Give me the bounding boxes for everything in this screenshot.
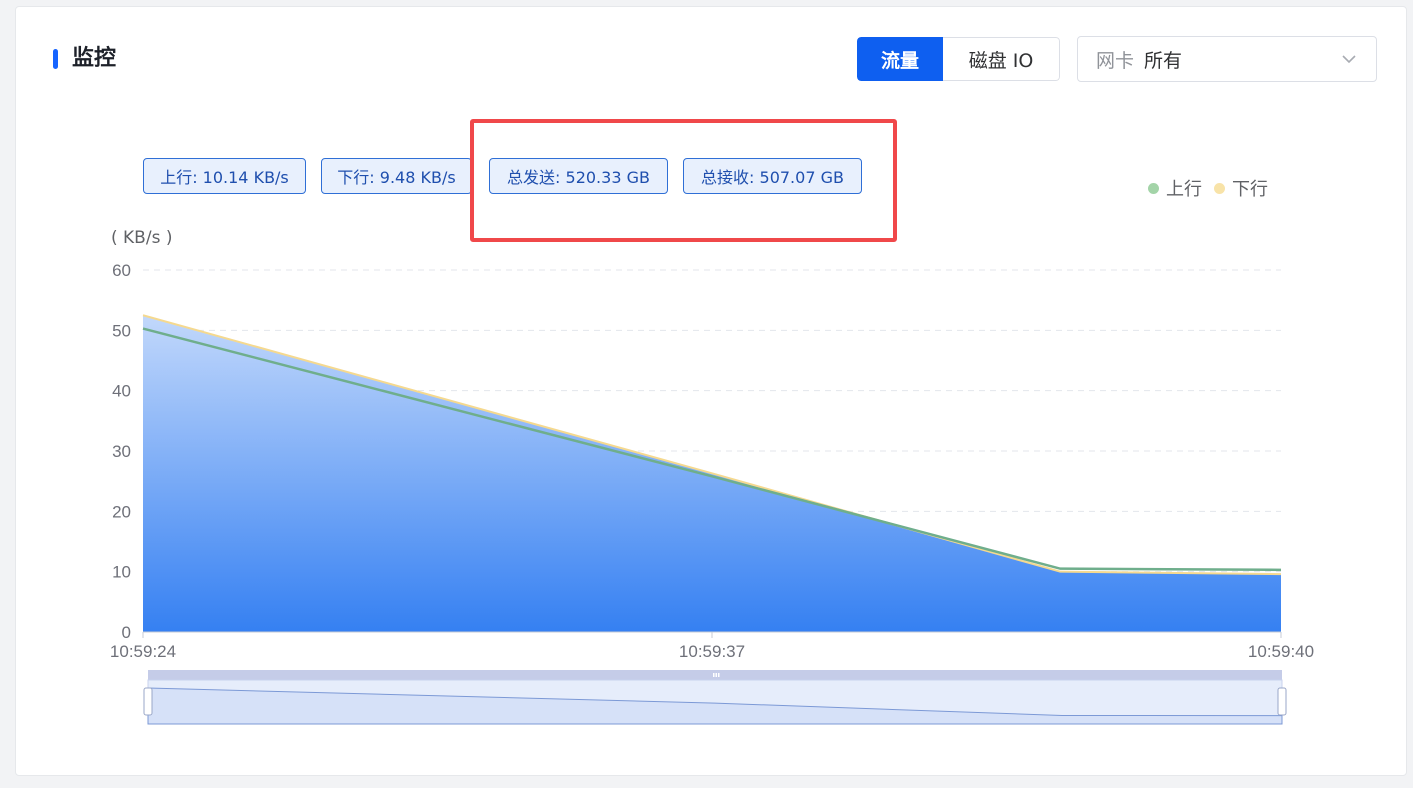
- series-layer: [142, 314, 1282, 632]
- zoom-grip-1: [713, 673, 715, 677]
- x-tick-label: 10:59:40: [1248, 642, 1314, 661]
- y-tick-label: 30: [112, 442, 131, 461]
- x-tick-label: 10:59:37: [679, 642, 745, 661]
- y-tick-label: 20: [112, 502, 131, 521]
- data-zoom-slider[interactable]: [143, 670, 1287, 725]
- x-tick-label: 10:59:24: [110, 642, 176, 661]
- y-tick-label: 50: [112, 321, 131, 340]
- y-tick-label: 0: [122, 623, 131, 642]
- zoom-grip-2: [715, 673, 717, 677]
- y-tick-label: 40: [112, 382, 131, 401]
- zoom-grip-3: [718, 673, 720, 677]
- zoom-right-handle[interactable]: [1277, 687, 1287, 716]
- traffic-chart: 0 10 20 30 40 50 60 10:59:24 10:59:37 10:59:40: [110, 261, 1314, 725]
- y-tick-label: 60: [112, 261, 131, 280]
- zoom-left-handle[interactable]: [143, 687, 153, 716]
- zoom-handle-bar[interactable]: [148, 670, 1282, 680]
- y-axis-ticks: 0 10 20 30 40 50 60: [112, 261, 131, 642]
- x-axis-ticks: 10:59:24 10:59:37 10:59:40: [110, 632, 1314, 661]
- y-tick-label: 10: [112, 563, 131, 582]
